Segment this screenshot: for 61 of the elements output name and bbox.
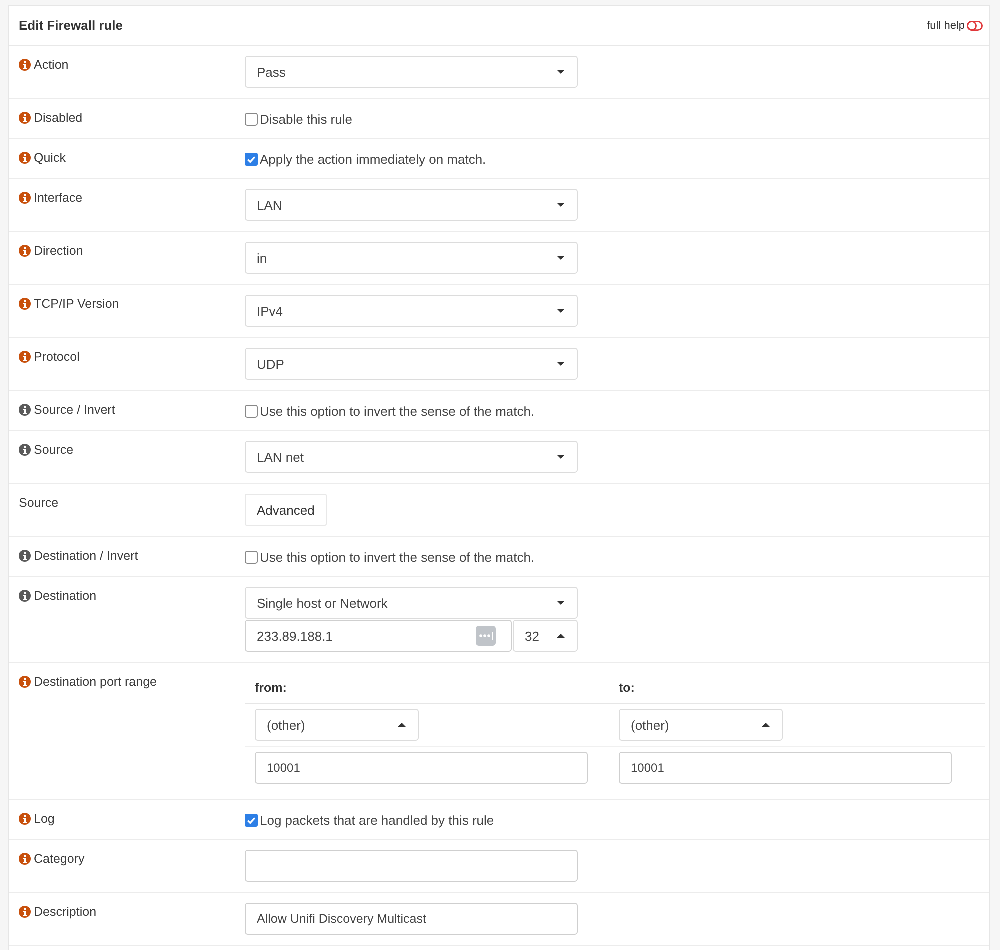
checkbox[interactable] [245, 152, 258, 166]
field-label: Destination [34, 588, 97, 605]
field-label: Action [34, 57, 69, 74]
checkbox[interactable] [245, 112, 258, 126]
field-label: Category [34, 851, 85, 868]
full-help-toggle[interactable]: full help [927, 20, 983, 32]
mask-select[interactable]: 32 [513, 620, 578, 652]
info-icon[interactable] [19, 590, 31, 602]
info-icon[interactable] [19, 152, 31, 164]
checkbox-label: Disable this rule [260, 112, 352, 126]
field-label: Protocol [34, 349, 80, 366]
info-icon[interactable] [19, 550, 31, 562]
info-icon[interactable] [19, 192, 31, 204]
select-dropdown[interactable]: Single host or Network [245, 587, 578, 619]
address-field[interactable]: 233.89.188.1 [245, 620, 512, 652]
field-label: Source [34, 442, 74, 459]
port-field[interactable]: 10001 [619, 752, 952, 784]
input-field[interactable]: Allow Unifi Discovery Multicast [245, 903, 578, 935]
panel-title: Edit Firewall rule [19, 18, 124, 33]
info-icon[interactable] [19, 351, 31, 363]
column-heading: from: [255, 681, 287, 695]
info-icon[interactable] [19, 676, 31, 688]
select-dropdown[interactable]: IPv4 [245, 295, 578, 327]
field-label: Description [34, 904, 97, 921]
info-icon[interactable] [19, 813, 31, 825]
field-label: TCP/IP Version [34, 296, 120, 313]
select-dropdown[interactable]: LAN [245, 189, 578, 221]
column-heading: to: [619, 681, 635, 695]
field-label: Log [34, 811, 55, 828]
checkbox[interactable] [245, 814, 258, 826]
field-label: Destination port range [34, 674, 157, 691]
field-label: Destination / Invert [34, 548, 138, 565]
info-icon[interactable] [19, 906, 31, 918]
select-dropdown[interactable]: LAN net [245, 441, 578, 473]
field-label: Direction [34, 243, 84, 260]
checkbox[interactable] [245, 404, 258, 418]
info-icon[interactable] [19, 853, 31, 865]
checkbox-label: Use this option to invert the sense of the match. [260, 404, 535, 418]
advanced-button[interactable]: Advanced [245, 494, 327, 526]
field-label: Source [19, 495, 59, 512]
checkbox-label: Apply the action immediately on match. [260, 152, 486, 166]
port-select[interactable]: (other) [619, 709, 783, 741]
info-icon[interactable] [19, 298, 31, 310]
field-label: Interface [34, 190, 83, 207]
port-field[interactable]: 10001 [255, 752, 588, 784]
field-label: Disabled [34, 110, 83, 127]
info-icon[interactable] [19, 59, 31, 71]
select-dropdown[interactable]: in [245, 242, 578, 274]
field-label: Source / Invert [34, 402, 116, 419]
checkbox[interactable] [245, 550, 258, 564]
select-dropdown[interactable]: Pass [245, 56, 578, 88]
info-icon[interactable] [19, 404, 31, 416]
field-label: Quick [34, 150, 66, 167]
checkbox-label: Use this option to invert the sense of the match. [260, 550, 535, 564]
input-field[interactable] [245, 850, 578, 882]
checkbox-label: Log packets that are handled by this rule [260, 812, 494, 828]
info-icon[interactable] [19, 444, 31, 456]
port-select[interactable]: (other) [255, 709, 419, 741]
select-dropdown[interactable]: UDP [245, 348, 578, 380]
info-icon[interactable] [19, 245, 31, 257]
info-icon[interactable] [19, 112, 31, 124]
